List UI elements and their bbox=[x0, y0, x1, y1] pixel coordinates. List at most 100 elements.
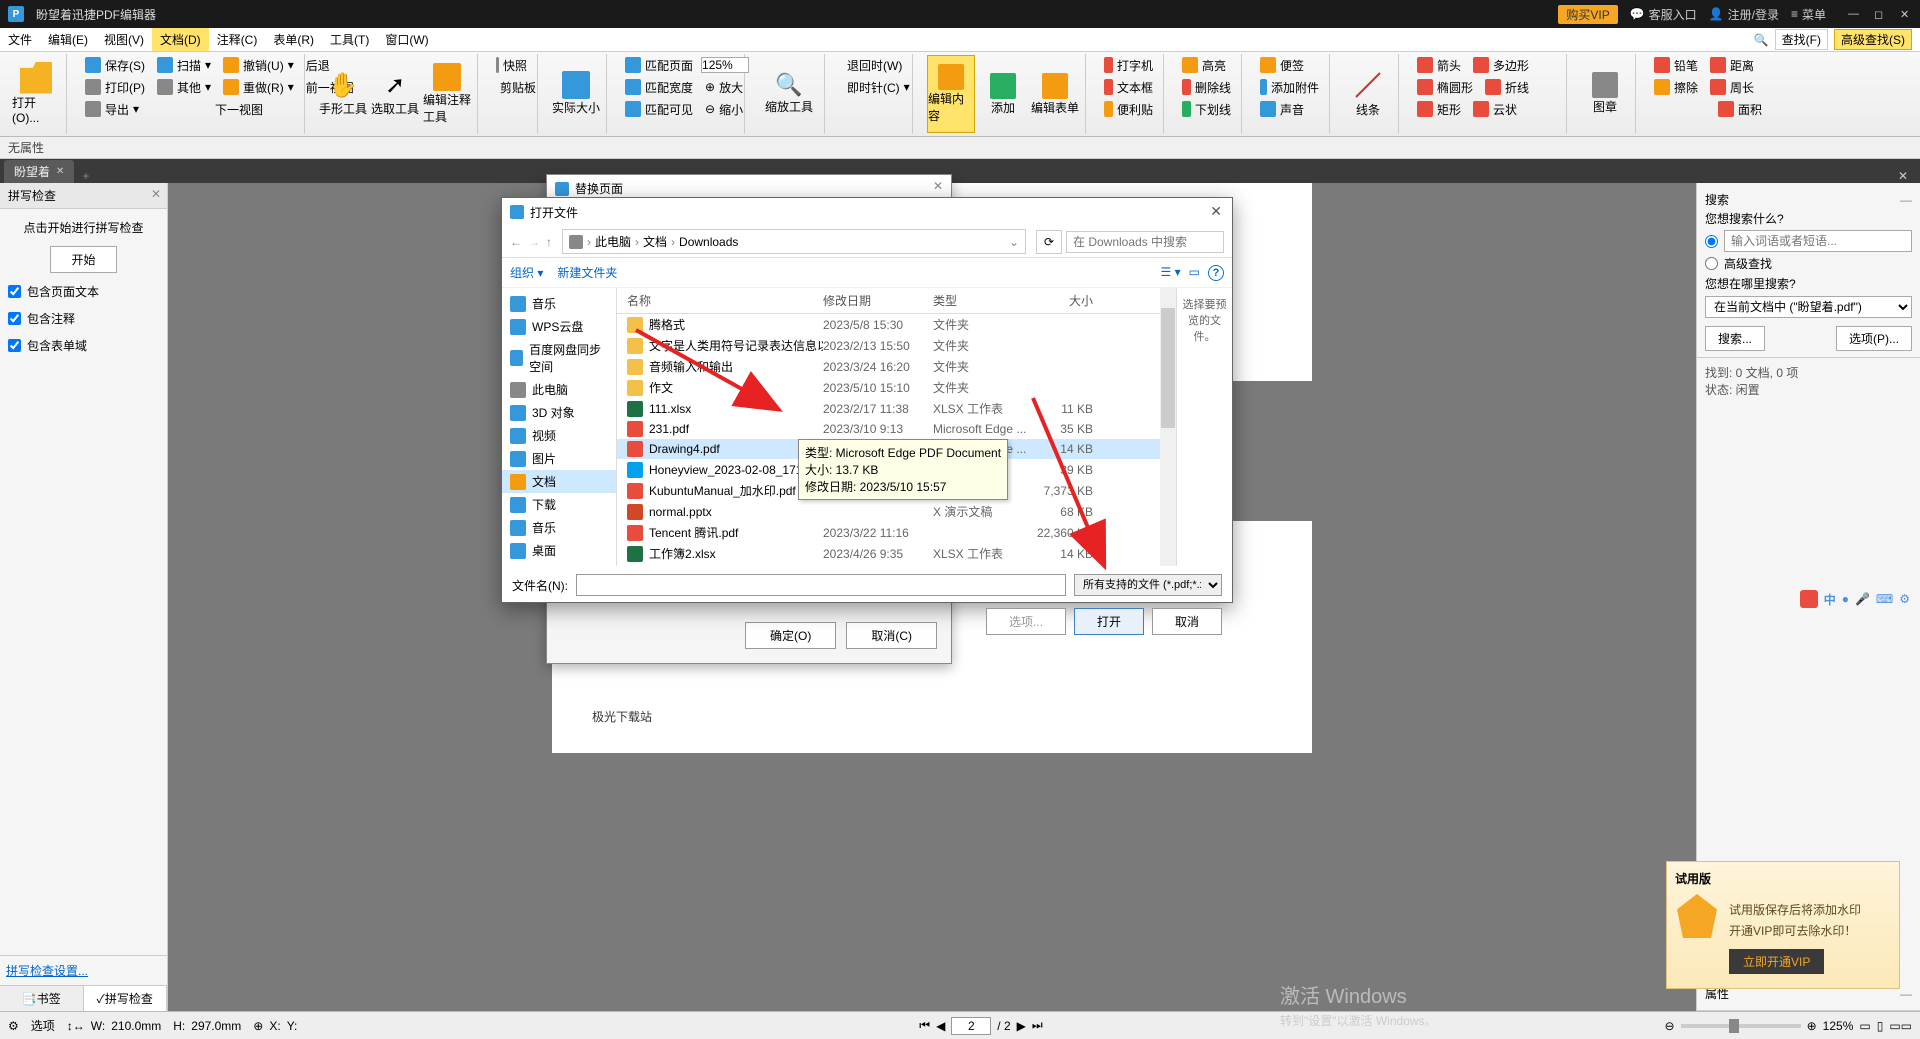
buy-vip-button[interactable]: 购买VIP bbox=[1558, 5, 1617, 24]
support-link[interactable]: 💬 客服入口 bbox=[1630, 6, 1697, 23]
panel-close-button[interactable]: ✕ bbox=[151, 187, 161, 201]
advanced-find-button[interactable]: 高级查找(S) bbox=[1834, 29, 1912, 50]
nav-forward-button[interactable]: → bbox=[528, 235, 540, 249]
arrow-tool[interactable]: 箭头 bbox=[1413, 54, 1465, 76]
last-page-button[interactable]: ⏭ bbox=[1032, 1018, 1043, 1033]
file-type-select[interactable]: 所有支持的文件 (*.pdf;*.xps;*.o bbox=[1074, 574, 1222, 596]
open-button[interactable]: 打开(O)... bbox=[12, 54, 60, 132]
options-label[interactable]: 选项 bbox=[31, 1017, 55, 1034]
area-button[interactable]: 面积 bbox=[1714, 98, 1766, 120]
open-dialog-titlebar[interactable]: 打开文件✕ bbox=[502, 198, 1232, 226]
prev-page-button[interactable]: ◀ bbox=[936, 1019, 945, 1033]
other-button[interactable]: 其他▾ bbox=[153, 76, 215, 98]
nav-up-button[interactable]: ↑ bbox=[546, 235, 552, 249]
open-button-dialog[interactable]: 打开 bbox=[1074, 608, 1144, 635]
sidebar-item-disk[interactable]: 本地磁盘 (C:) bbox=[502, 562, 616, 566]
sidebar-item-download[interactable]: 下载 bbox=[502, 493, 616, 516]
header-date[interactable]: 修改日期 bbox=[823, 292, 933, 309]
file-row[interactable]: normal.pptxX 演示文稿68 KB bbox=[617, 501, 1176, 522]
scan-button[interactable]: 扫描▾ bbox=[153, 54, 215, 76]
hand-tool[interactable]: ✋手形工具 bbox=[319, 55, 367, 133]
address-bar[interactable]: ›此电脑 ›文档 ›Downloads ⌄ bbox=[562, 229, 1026, 254]
fit-width-button[interactable]: 匹配宽度 bbox=[621, 76, 697, 98]
clipboard-button[interactable]: 剪贴板 bbox=[492, 76, 531, 98]
menu-link[interactable]: ≡ 菜单 bbox=[1791, 6, 1826, 23]
view-continuous[interactable]: ▯ bbox=[1877, 1019, 1884, 1033]
ellipse-tool[interactable]: 椭圆形 bbox=[1413, 76, 1477, 98]
next-page-button[interactable]: ▶ bbox=[1017, 1019, 1026, 1033]
sidebar-item-picture[interactable]: 图片 bbox=[502, 447, 616, 470]
sticky-note-button[interactable]: 便签 bbox=[1256, 54, 1323, 76]
menu-comment[interactable]: 注释(C) bbox=[209, 28, 266, 51]
sound-button[interactable]: 声音 bbox=[1256, 98, 1323, 120]
menu-document[interactable]: 文档(D) bbox=[152, 28, 209, 51]
collapse-search-button[interactable]: — bbox=[1900, 193, 1912, 207]
collapse-props-button[interactable]: — bbox=[1900, 987, 1912, 1001]
file-list[interactable]: 名称 修改日期 类型 大小 腾格式2023/5/8 15:30文件夹文字是人类用… bbox=[617, 288, 1176, 566]
file-row[interactable]: 作文2023/5/10 15:10文件夹 bbox=[617, 377, 1176, 398]
search-phrase-radio[interactable] bbox=[1705, 230, 1912, 252]
perimeter-button[interactable]: 周长 bbox=[1706, 76, 1758, 98]
zoom-input[interactable] bbox=[701, 57, 749, 73]
redo-button[interactable]: 重做(R)▾ bbox=[219, 76, 298, 98]
start-spellcheck-button[interactable]: 开始 bbox=[50, 246, 116, 273]
file-row[interactable]: 腾格式2023/5/8 15:30文件夹 bbox=[617, 314, 1176, 335]
typewriter-button[interactable]: 打字机 bbox=[1100, 54, 1157, 76]
login-link[interactable]: 👤 注册/登录 bbox=[1709, 6, 1779, 23]
file-row[interactable]: 111.xlsx2023/2/17 11:38XLSX 工作表11 KB bbox=[617, 398, 1176, 419]
folder-tree[interactable]: 音乐WPS云盘百度网盘同步空间此电脑3D 对象视频图片文档下载音乐桌面本地磁盘 … bbox=[502, 288, 617, 566]
eraser-button[interactable]: 擦除 bbox=[1650, 76, 1702, 98]
first-page-button[interactable]: ⏮ bbox=[919, 1018, 930, 1033]
include-form-checkbox[interactable]: 包含表单域 bbox=[8, 337, 159, 354]
zoom-slider[interactable] bbox=[1681, 1024, 1801, 1028]
fit-visible-button[interactable]: 匹配可见 bbox=[621, 98, 697, 120]
stamp-button[interactable]: 图章 bbox=[1581, 54, 1629, 132]
file-row[interactable]: 音频输入和输出2023/3/24 16:20文件夹 bbox=[617, 356, 1176, 377]
save-button[interactable]: 保存(S) bbox=[81, 54, 149, 76]
search-scope-select[interactable]: 在当前文档中 ("盼望着.pdf") bbox=[1705, 296, 1912, 318]
open-dialog-close[interactable]: ✕ bbox=[1210, 203, 1222, 220]
organize-menu[interactable]: 组织 ▾ bbox=[510, 264, 543, 281]
header-size[interactable]: 大小 bbox=[1033, 292, 1113, 309]
zoom-out-status[interactable]: ⊖ bbox=[1665, 1019, 1675, 1033]
sidebar-item-video[interactable]: 视频 bbox=[502, 424, 616, 447]
sidebar-item-baidu[interactable]: 百度网盘同步空间 bbox=[502, 338, 616, 378]
page-number-input[interactable] bbox=[951, 1017, 991, 1035]
file-search-input[interactable] bbox=[1066, 231, 1224, 253]
view-mode-button[interactable]: ☰ ▾ bbox=[1161, 265, 1181, 281]
next-view-button[interactable]: 下一视图 bbox=[211, 98, 267, 120]
header-name[interactable]: 名称 bbox=[617, 292, 823, 309]
add-button[interactable]: 添加 bbox=[979, 55, 1027, 133]
settings-icon[interactable]: ⚙ bbox=[1899, 592, 1910, 606]
search-phrase-input[interactable] bbox=[1724, 230, 1912, 252]
keyboard-icon[interactable]: ⌨ bbox=[1876, 592, 1893, 606]
menu-window[interactable]: 窗口(W) bbox=[377, 28, 436, 51]
include-comments-checkbox[interactable]: 包含注释 bbox=[8, 310, 159, 327]
advanced-search-radio[interactable]: 高级查找 bbox=[1705, 255, 1912, 272]
cloud-tool[interactable]: 云状 bbox=[1469, 98, 1521, 120]
pencil-button[interactable]: 铅笔 bbox=[1650, 54, 1702, 76]
timer-button[interactable]: 即时针(C)▾ bbox=[839, 76, 906, 98]
ime-icon[interactable] bbox=[1800, 590, 1818, 608]
edit-form-button[interactable]: 编辑表单 bbox=[1031, 55, 1079, 133]
close-button[interactable]: ✕ bbox=[1900, 8, 1912, 20]
underline-button[interactable]: 下划线 bbox=[1178, 98, 1235, 120]
find-button[interactable]: 查找(F) bbox=[1775, 29, 1828, 50]
menu-forms[interactable]: 表单(R) bbox=[265, 28, 322, 51]
note-button[interactable]: 便利贴 bbox=[1100, 98, 1157, 120]
zoom-in-status[interactable]: ⊕ bbox=[1807, 1019, 1817, 1033]
view-facing[interactable]: ▭▭ bbox=[1889, 1019, 1912, 1033]
maximize-button[interactable]: ◻ bbox=[1874, 8, 1886, 20]
sidebar-item-music[interactable]: 音乐 bbox=[502, 292, 616, 315]
sidebar-item-desktop[interactable]: 桌面 bbox=[502, 539, 616, 562]
sidebar-item-music2[interactable]: 音乐 bbox=[502, 516, 616, 539]
fit-page-button[interactable]: 匹配页面 bbox=[621, 54, 697, 76]
file-row[interactable]: 231.pdf2023/3/10 9:13Microsoft Edge ...3… bbox=[617, 419, 1176, 439]
sidebar-item-pc[interactable]: 此电脑 bbox=[502, 378, 616, 401]
search-button[interactable]: 搜索... bbox=[1705, 326, 1765, 351]
file-row[interactable]: Tencent 腾讯.pdf2023/3/22 11:1622,360 KB bbox=[617, 522, 1176, 543]
edit-comment-tool[interactable]: 编辑注释工具 bbox=[423, 55, 471, 133]
line-tool[interactable]: 线条 bbox=[1344, 54, 1392, 132]
refresh-button[interactable]: ⟳ bbox=[1036, 230, 1062, 254]
preview-toggle-button[interactable]: ▭ bbox=[1189, 265, 1200, 281]
